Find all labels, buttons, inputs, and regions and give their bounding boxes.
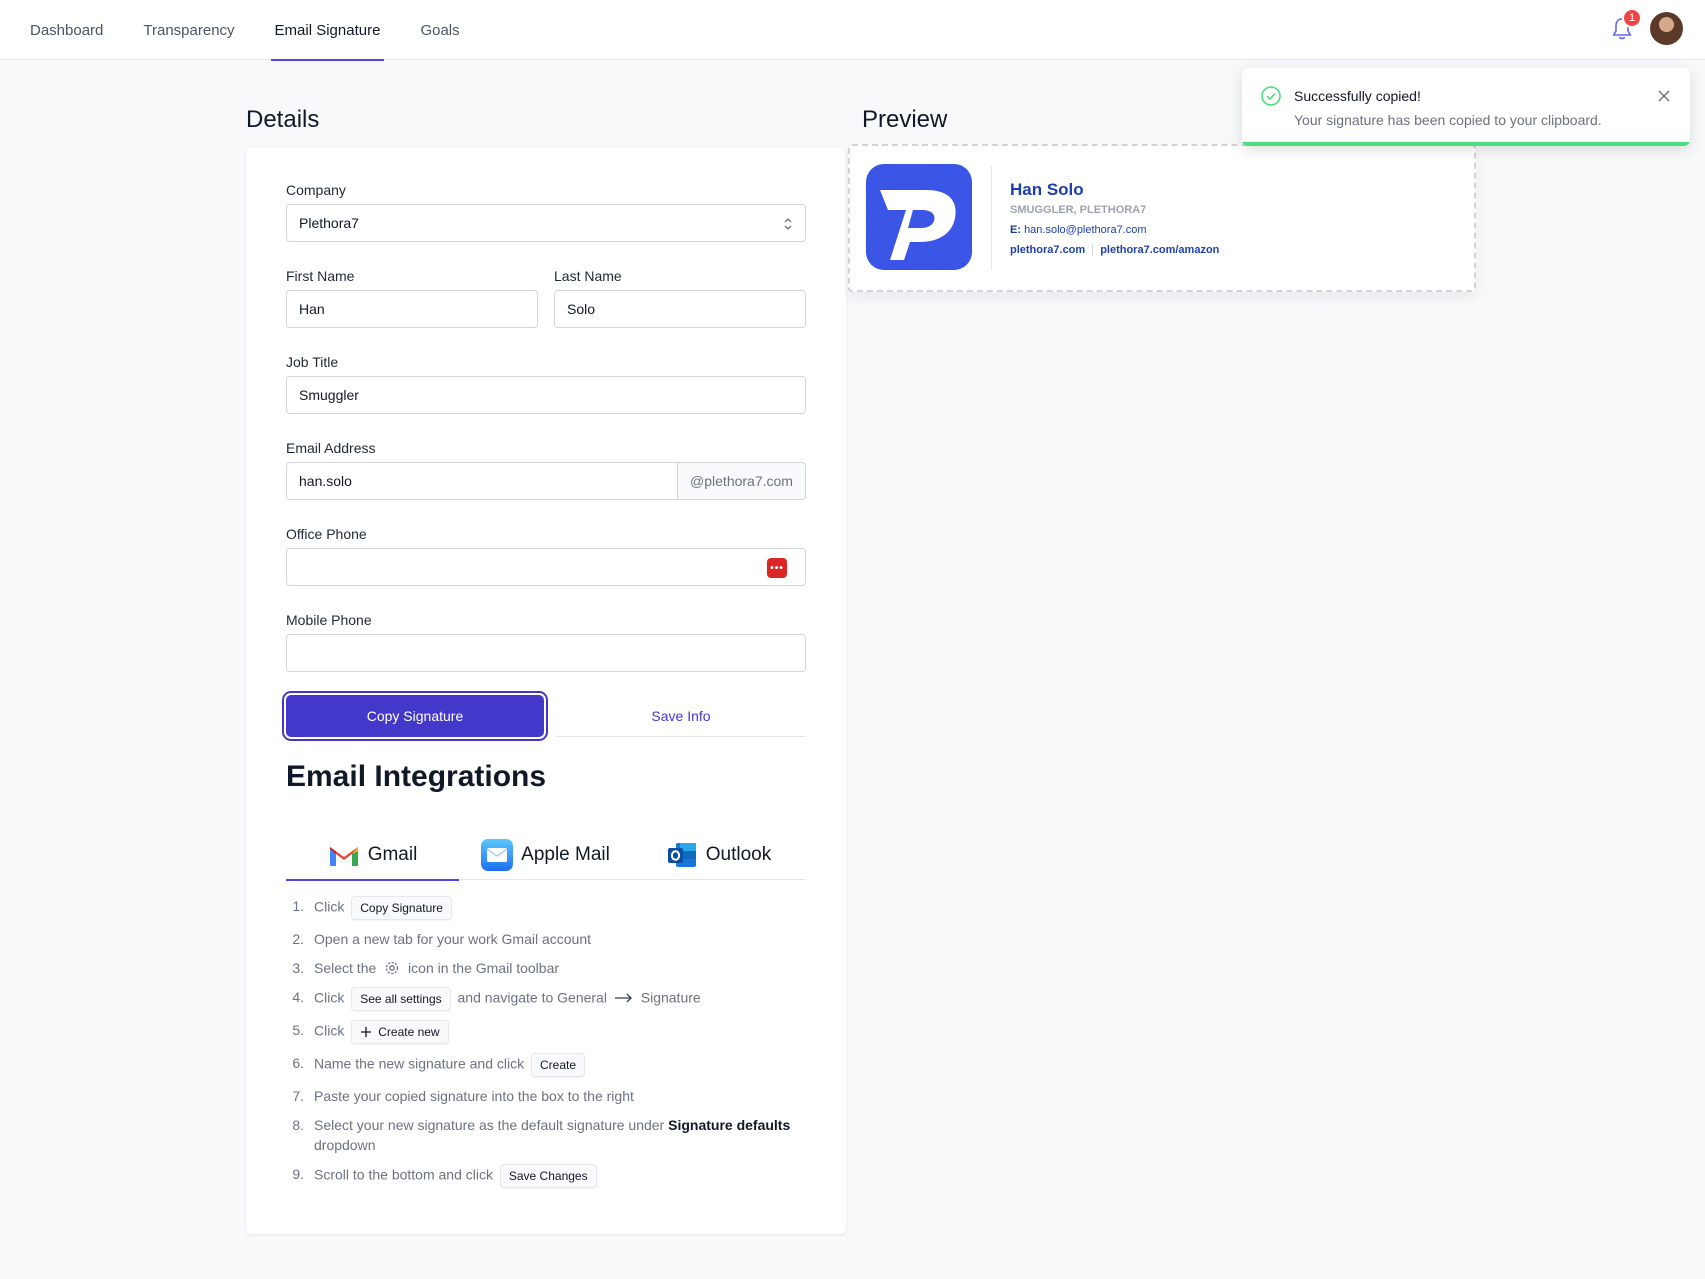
create-key: Create [531, 1053, 586, 1077]
success-toast: Successfully copied! Your signature has … [1242, 68, 1690, 146]
outlook-icon [666, 839, 698, 871]
signature-email: E: han.solo@plethora7.com [1010, 224, 1147, 236]
nav-tab-dashboard[interactable]: Dashboard [30, 0, 103, 60]
nav-tab-transparency[interactable]: Transparency [143, 0, 234, 60]
email-field[interactable]: han.solo [286, 462, 678, 500]
mobile-phone-label: Mobile Phone [286, 612, 372, 628]
last-name-field[interactable]: Solo [554, 290, 806, 328]
company-logo [866, 164, 972, 270]
signature-title: SMUGGLER, PLETHORA7 [1010, 204, 1147, 216]
close-icon[interactable] [1656, 88, 1672, 104]
last-name-value: Solo [567, 301, 596, 317]
list-item: 4. Click See all settings and navigate t… [286, 987, 806, 1011]
first-name-label: First Name [286, 268, 355, 284]
gear-icon [386, 961, 399, 975]
toast-message: Your signature has been copied to your c… [1294, 112, 1602, 128]
first-name-value: Han [299, 301, 325, 317]
gmail-steps-list: 1. Click Copy Signature 2. Open a new ta… [286, 896, 806, 1197]
signature-link-amazon[interactable]: plethora7.com/amazon [1100, 244, 1219, 256]
copy-signature-button[interactable]: Copy Signature [286, 695, 544, 737]
list-item: 2. Open a new tab for your work Gmail ac… [292, 931, 592, 947]
first-name-field[interactable]: Han [286, 290, 538, 328]
list-item: 1. Click Copy Signature [286, 896, 806, 920]
arrow-right-icon [614, 993, 632, 1003]
company-value: Plethora7 [299, 215, 359, 231]
list-item: 6. Name the new signature and click Crea… [286, 1053, 806, 1077]
list-item: 9. Scroll to the bottom and click Save C… [286, 1164, 806, 1188]
see-all-settings-key: See all settings [351, 987, 451, 1011]
signature-links: plethora7.com plethora7.com/amazon [1010, 244, 1219, 256]
list-item: 8. Select your new signature as the defa… [292, 1117, 791, 1153]
save-info-button[interactable]: Save Info [556, 695, 806, 737]
top-navigation: Dashboard Transparency Email Signature G… [0, 0, 1705, 61]
more-options-icon[interactable]: ••• [767, 558, 787, 578]
tab-apple-mail[interactable]: Apple Mail [459, 830, 632, 880]
office-phone-field[interactable]: ••• [286, 548, 806, 586]
tab-gmail[interactable]: Gmail [286, 830, 459, 881]
integration-tabs: Gmail Apple Mail Outlook [286, 830, 806, 881]
last-name-label: Last Name [554, 268, 622, 284]
gmail-icon [328, 839, 360, 871]
list-item: 7. Paste your copied signature into the … [292, 1088, 634, 1104]
signature-preview: Han Solo SMUGGLER, PLETHORA7 E: han.solo… [848, 144, 1476, 292]
list-item: 5. Click Create new [286, 1020, 806, 1044]
toast-title: Successfully copied! [1294, 88, 1421, 104]
company-label: Company [286, 182, 346, 198]
nav-tab-goals[interactable]: Goals [420, 0, 459, 60]
check-circle-icon [1261, 86, 1281, 106]
tab-apple-mail-label: Apple Mail [521, 844, 610, 865]
details-card: Company Plethora7 First Name Han Last Na… [246, 148, 846, 1234]
company-select[interactable]: Plethora7 [286, 204, 806, 242]
chevron-up-down-icon [784, 218, 792, 230]
email-value: han.solo [299, 473, 352, 489]
preview-heading: Preview [862, 106, 948, 133]
nav-tab-email-signature[interactable]: Email Signature [270, 0, 385, 61]
save-changes-key: Save Changes [499, 1164, 597, 1188]
list-item: 3. Select the icon in the Gmail toolbar [292, 960, 560, 976]
tab-gmail-label: Gmail [367, 844, 418, 865]
create-new-key: Create new [351, 1020, 449, 1044]
integrations-heading: Email Integrations [286, 760, 547, 793]
tab-outlook-label: Outlook [705, 844, 772, 865]
job-title-field[interactable]: Smuggler [286, 376, 806, 414]
tab-outlook[interactable]: Outlook [632, 830, 805, 880]
job-title-value: Smuggler [299, 387, 359, 403]
signature-name: Han Solo [1010, 180, 1084, 199]
mobile-phone-field[interactable] [286, 634, 806, 672]
toast-progress [1242, 142, 1690, 146]
job-title-label: Job Title [286, 354, 339, 370]
office-phone-label: Office Phone [286, 526, 367, 542]
nav-tabs: Dashboard Transparency Email Signature G… [30, 0, 500, 61]
apple-mail-icon [481, 839, 514, 871]
email-label: Email Address [286, 440, 376, 456]
details-heading: Details [246, 106, 320, 133]
email-domain-addon: @plethora7.com [678, 462, 806, 500]
signature-link-website[interactable]: plethora7.com [1010, 244, 1085, 256]
copy-signature-key: Copy Signature [351, 896, 452, 920]
avatar[interactable] [1650, 12, 1683, 45]
notification-badge: 1 [1622, 8, 1642, 28]
plus-icon [361, 1027, 372, 1037]
